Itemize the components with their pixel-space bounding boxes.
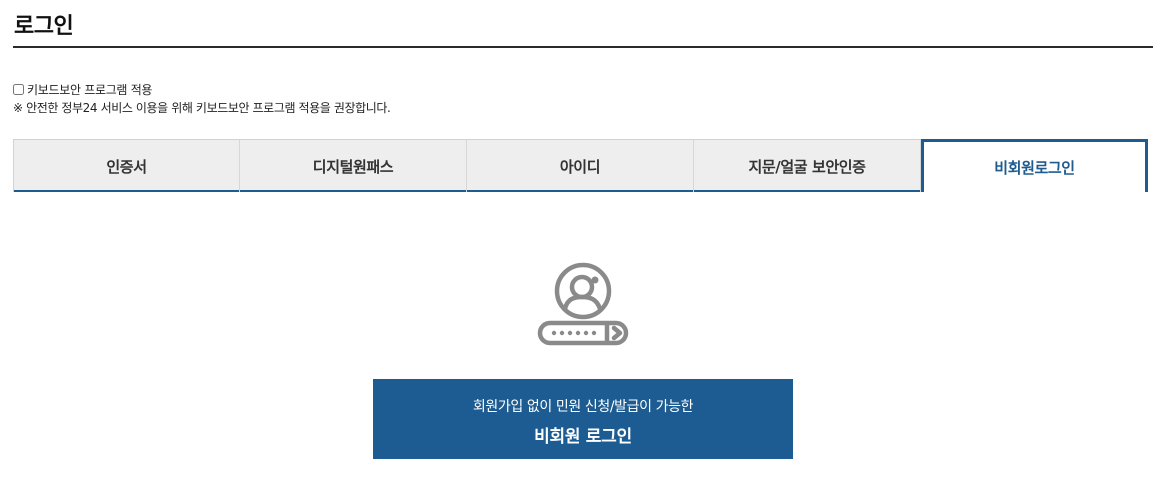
login-method-tabs: 인증서 디지털원패스 아이디 지문/얼굴 보안인증 비회원로그인	[13, 139, 1148, 192]
guest-login-label: 비회원 로그인	[534, 426, 632, 447]
keyboard-security-label[interactable]: 키보드보안 프로그램 적용	[27, 81, 152, 98]
tab-guest-login[interactable]: 비회원로그인	[921, 139, 1148, 192]
tab-digital-onepass[interactable]: 디지털원패스	[240, 139, 467, 192]
tab-certificate[interactable]: 인증서	[13, 139, 240, 192]
page-title: 로그인	[14, 14, 74, 39]
tab-biometric[interactable]: 지문/얼굴 보안인증	[694, 139, 921, 192]
keyboard-security-option: 키보드보안 프로그램 적용	[13, 81, 152, 98]
keyboard-security-notice: ※ 안전한 정부24 서비스 이용을 위해 키보드보안 프로그램 적용을 권장합…	[13, 101, 391, 115]
guest-login-description: 회원가입 없이 민원 신청/발급이 가능한	[472, 398, 694, 415]
title-divider	[13, 46, 1153, 48]
keyboard-security-checkbox[interactable]	[13, 84, 24, 95]
tab-id[interactable]: 아이디	[467, 139, 694, 192]
user-password-icon	[537, 262, 629, 346]
guest-login-button[interactable]: 회원가입 없이 민원 신청/발급이 가능한 비회원 로그인	[373, 379, 793, 459]
